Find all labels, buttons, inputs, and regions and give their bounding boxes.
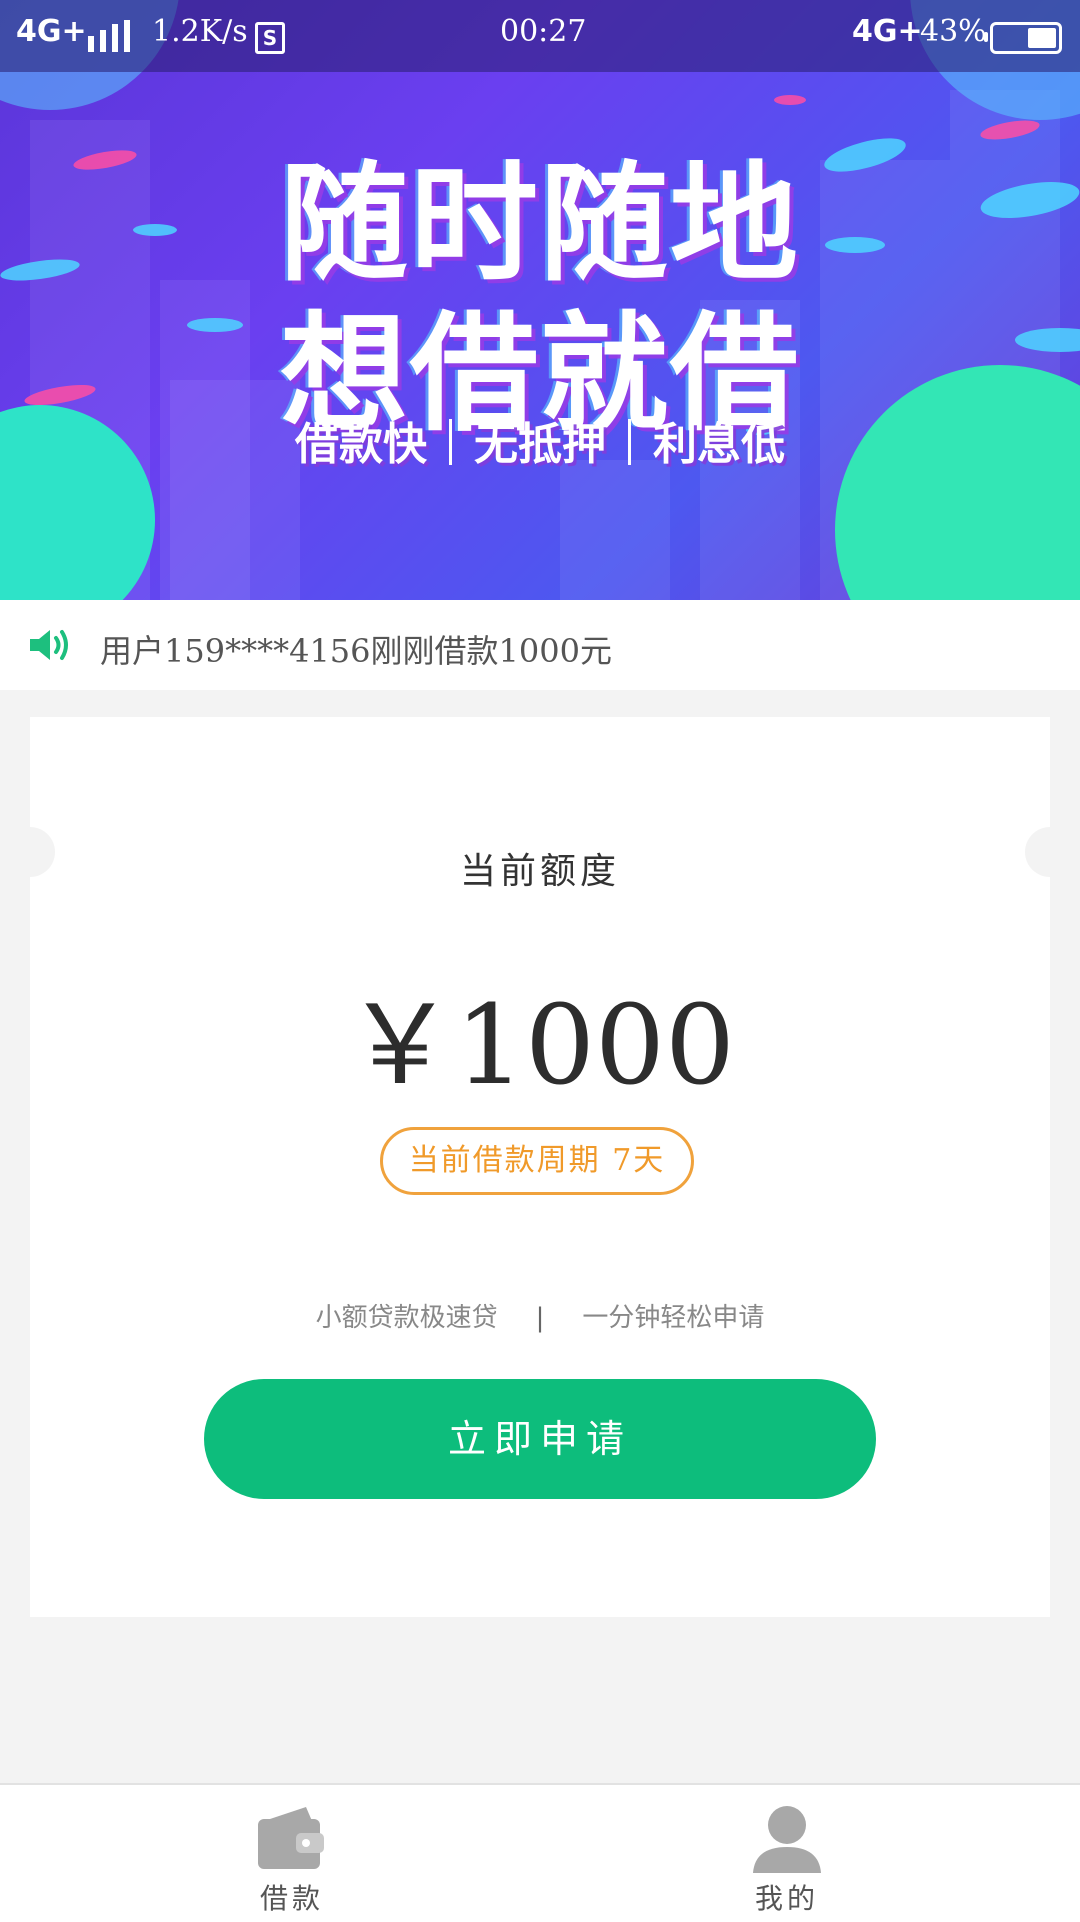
banner-tag: 无抵押 bbox=[474, 419, 606, 470]
tab-loan[interactable]: 借款 bbox=[192, 1785, 392, 1922]
user-icon bbox=[753, 1806, 821, 1873]
slogan-separator: | bbox=[535, 1303, 545, 1333]
tab-mine[interactable]: 我的 bbox=[687, 1785, 887, 1922]
credit-amount: ￥1000 bbox=[345, 981, 735, 1109]
battery-percent: 43% bbox=[920, 14, 987, 49]
apply-now-button[interactable]: 立即申请 bbox=[204, 1379, 876, 1499]
network-speed: 1.2K/s bbox=[152, 14, 248, 49]
banner-tag: 利息低 bbox=[653, 419, 785, 470]
wallet-icon bbox=[258, 1807, 324, 1869]
tag-divider bbox=[628, 419, 631, 465]
tag-divider bbox=[449, 419, 452, 465]
slogan-left: 小额贷款极速贷 bbox=[315, 1303, 498, 1333]
banner-tag: 借款快 bbox=[295, 419, 427, 470]
tab-mine-label: 我的 bbox=[754, 1882, 819, 1915]
clock: 00:27 bbox=[500, 14, 587, 49]
battery-icon bbox=[990, 22, 1062, 54]
promo-banner[interactable]: 4G+ 1.2K/s S 00:27 4G+ 43% 随时随地 想借就借 借款快… bbox=[0, 0, 1080, 600]
notice-text: 用户159****4156刚刚借款1000元 bbox=[100, 632, 612, 670]
credit-label: 当前额度 bbox=[459, 851, 620, 892]
network-type: 4G+ bbox=[16, 14, 87, 49]
signal-icon bbox=[88, 20, 130, 52]
bottom-nav: 借款 我的 bbox=[0, 1783, 1080, 1922]
banner-tags: 借款快 无抵押 利息低 bbox=[0, 408, 1080, 472]
network-type-2: 4G+ bbox=[852, 14, 923, 49]
tab-loan-label: 借款 bbox=[259, 1882, 324, 1915]
notice-bar: 用户159****4156刚刚借款1000元 bbox=[0, 600, 1080, 690]
battery-tip bbox=[984, 32, 988, 42]
s-app-icon: S bbox=[255, 22, 285, 54]
status-bar: 4G+ 1.2K/s S 00:27 4G+ 43% bbox=[0, 0, 1080, 72]
loan-period-badge: 当前借款周期 7天 bbox=[380, 1127, 694, 1195]
speaker-icon bbox=[30, 630, 68, 660]
slogan: 小额贷款极速贷 | 一分钟轻松申请 bbox=[30, 1297, 1050, 1334]
credit-card-panel: 当前额度 ￥1000 当前借款周期 7天 小额贷款极速贷 | 一分钟轻松申请 立即申… bbox=[5, 717, 1075, 1617]
slogan-right: 一分钟轻松申请 bbox=[582, 1303, 765, 1333]
